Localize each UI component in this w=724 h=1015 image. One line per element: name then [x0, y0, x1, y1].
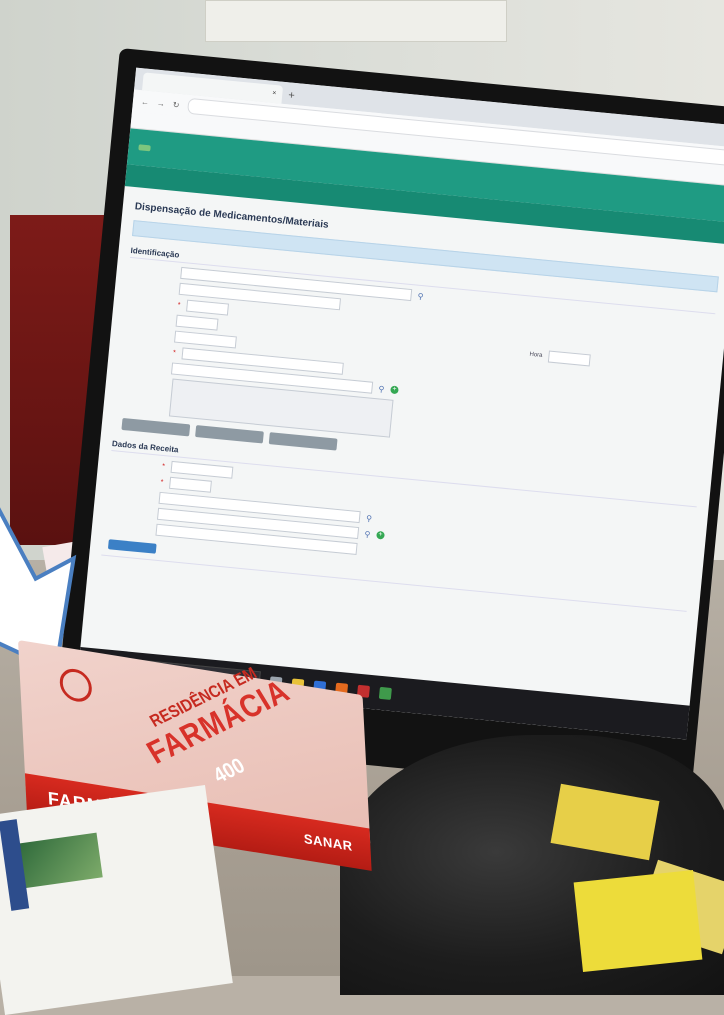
close-icon[interactable]: × — [271, 85, 277, 103]
sticky-note — [573, 869, 703, 973]
search-icon[interactable]: ⚲ — [378, 384, 385, 394]
search-icon[interactable]: ⚲ — [364, 529, 371, 539]
action-button[interactable] — [195, 425, 264, 444]
field-label — [131, 332, 169, 336]
form-field[interactable] — [175, 314, 219, 331]
chrome-icon[interactable] — [378, 686, 392, 700]
field-label — [135, 285, 173, 289]
field-label — [134, 300, 172, 304]
required-marker: * — [160, 478, 164, 486]
action-button[interactable] — [121, 417, 191, 437]
form-field[interactable] — [170, 460, 234, 479]
field-label — [118, 462, 156, 466]
add-item-button[interactable] — [107, 539, 157, 554]
add-icon[interactable]: + — [389, 385, 399, 395]
required-marker: * — [172, 349, 177, 357]
hora-label: Hora — [529, 351, 543, 359]
grid-column-header — [393, 584, 540, 604]
pinned-paper — [205, 0, 507, 42]
back-icon[interactable]: ← — [141, 97, 150, 107]
add-icon[interactable]: + — [375, 530, 385, 540]
forward-icon[interactable]: → — [156, 98, 165, 108]
field-label — [115, 494, 153, 498]
new-tab-icon[interactable]: + — [287, 86, 296, 105]
monitor-screen: × + ← → ↻ Dispensação de Medicamentos/Ma… — [77, 67, 724, 740]
grid-column-header — [540, 598, 687, 618]
white-document — [0, 784, 233, 1015]
field-label — [129, 348, 167, 352]
hora-input[interactable] — [547, 350, 591, 367]
reload-icon[interactable]: ↻ — [172, 100, 180, 110]
search-icon[interactable]: ⚲ — [417, 291, 424, 301]
home-button[interactable] — [138, 144, 151, 152]
field-label — [114, 510, 152, 514]
form-field[interactable] — [168, 476, 212, 493]
field-label — [128, 364, 166, 368]
field-label — [117, 478, 155, 482]
required-marker: * — [161, 462, 166, 470]
items-grid-header — [100, 554, 687, 618]
dispensing-form: Dispensação de Medicamentos/Materiais Id… — [88, 186, 724, 627]
action-button[interactable] — [268, 432, 338, 451]
grid-column-header — [247, 570, 394, 590]
form-field[interactable] — [174, 330, 237, 349]
book-question-count: 400 — [209, 754, 250, 789]
search-icon[interactable]: ⚲ — [366, 513, 373, 523]
field-label — [137, 269, 175, 273]
form-field[interactable] — [185, 299, 229, 316]
required-marker: * — [177, 301, 181, 309]
grid-column-header — [101, 556, 248, 576]
publisher-logo-icon — [58, 666, 93, 705]
book-publisher: SANAR — [303, 830, 353, 854]
field-label — [132, 316, 170, 320]
book-title: RESIDÊNCIA EM FARMÁCIA — [130, 656, 296, 771]
field-label — [112, 525, 150, 529]
